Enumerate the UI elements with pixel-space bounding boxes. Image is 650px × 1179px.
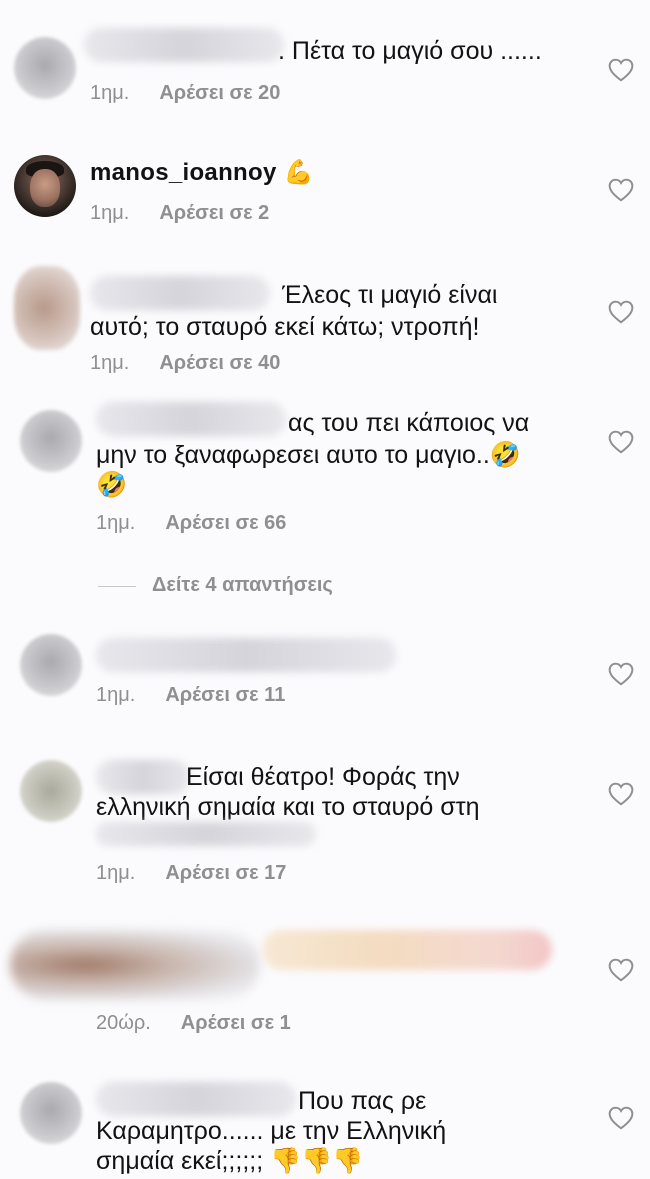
heart-outline-icon[interactable] <box>608 300 634 324</box>
heart-outline-icon[interactable] <box>608 178 634 202</box>
comment-time: 1ημ. <box>90 82 130 104</box>
comment-text-line-2: Καραμητρο...... με την Ελληνική <box>96 1117 447 1145</box>
comment-time: 1ημ. <box>90 202 130 224</box>
heart-outline-icon[interactable] <box>608 782 634 806</box>
comment-time: 1ημ. <box>96 512 136 534</box>
avatar[interactable] <box>20 410 82 472</box>
comment-text-line-3: σημαία εκεί;;;;;; 👎👎👎 <box>96 1147 364 1175</box>
comment-meta: 20ώρ. Αρέσει σε 1 <box>96 1012 291 1035</box>
comment-meta: 1ημ. Αρέσει σε 11 <box>96 684 285 707</box>
replies-divider <box>98 586 136 587</box>
comment-text-line-1: Που πας ρε <box>298 1087 427 1115</box>
heart-outline-icon[interactable] <box>608 58 634 82</box>
blurred-username <box>96 402 286 436</box>
comment-meta: 1ημ. Αρέσει σε 2 <box>90 202 269 225</box>
likes-count[interactable]: Αρέσει σε 11 <box>165 684 285 706</box>
heart-outline-icon[interactable] <box>608 662 634 686</box>
comment-text-line-2: μην το ξαναφωρεσει αυτο το μαγιο..🤣 <box>96 441 521 469</box>
avatar-face <box>30 169 60 207</box>
comment-time: 1ημ. <box>90 352 130 374</box>
heart-outline-icon[interactable] <box>608 958 634 982</box>
comment-text-line-1: Έλεος τι μαγιό είναι <box>282 281 498 309</box>
avatar[interactable] <box>20 634 82 696</box>
blurred-username <box>90 276 270 310</box>
comment-time: 1ημ. <box>96 684 136 706</box>
comment-time: 20ώρ. <box>96 1012 151 1034</box>
likes-count[interactable]: Αρέσει σε 1 <box>181 1012 291 1034</box>
avatar[interactable] <box>14 266 80 350</box>
heart-outline-icon[interactable] <box>608 1106 634 1130</box>
blurred-username <box>96 760 190 794</box>
avatar-manos[interactable] <box>14 155 76 217</box>
likes-count[interactable]: Αρέσει σε 66 <box>165 512 286 534</box>
comment-text: . Πέτα το μαγιό σου ...... <box>278 37 542 65</box>
comment-line: manos_ioannoy 💪 <box>90 157 313 188</box>
comment-text-line-3: 🤣 <box>96 471 128 499</box>
avatar[interactable] <box>20 760 82 822</box>
heart-outline-icon[interactable] <box>608 430 634 454</box>
likes-count[interactable]: Αρέσει σε 17 <box>165 862 286 884</box>
avatar[interactable] <box>14 37 76 99</box>
blurred-avatar-and-username <box>10 930 260 1000</box>
comment-username[interactable]: manos_ioannoy <box>90 159 277 186</box>
avatar[interactable] <box>20 1082 82 1144</box>
comment-time: 1ημ. <box>96 862 136 884</box>
comment-text-line-2: ελληνική σημαία και το σταυρό στη <box>96 793 480 821</box>
view-replies-button[interactable]: Δείτε 4 απαντήσεις <box>152 574 333 597</box>
comment-meta: 1ημ. Αρέσει σε 17 <box>96 862 286 885</box>
comment-text-line-1: Είσαι θέατρο! Φοράς την <box>186 763 460 791</box>
comment-meta: 1ημ. Αρέσει σε 20 <box>90 82 280 105</box>
likes-count[interactable]: Αρέσει σε 20 <box>159 82 280 104</box>
comment-text-line-1: ας του πει κάποιος να <box>288 409 530 437</box>
blurred-text-line <box>96 822 316 846</box>
comment-meta: 1ημ. Αρέσει σε 66 <box>96 512 286 535</box>
blurred-username <box>96 1082 296 1116</box>
likes-count[interactable]: Αρέσει σε 40 <box>159 352 280 374</box>
comment-meta: 1ημ. Αρέσει σε 40 <box>90 352 280 375</box>
likes-count[interactable]: Αρέσει σε 2 <box>159 202 269 224</box>
comment-text-line-2: αυτό; το σταυρό εκεί κάτω; ντροπή! <box>90 313 480 341</box>
blurred-username <box>96 638 396 672</box>
blurred-comment-text <box>262 930 552 970</box>
flexed-biceps-emoji: 💪 <box>283 159 314 186</box>
blurred-username <box>84 28 284 62</box>
